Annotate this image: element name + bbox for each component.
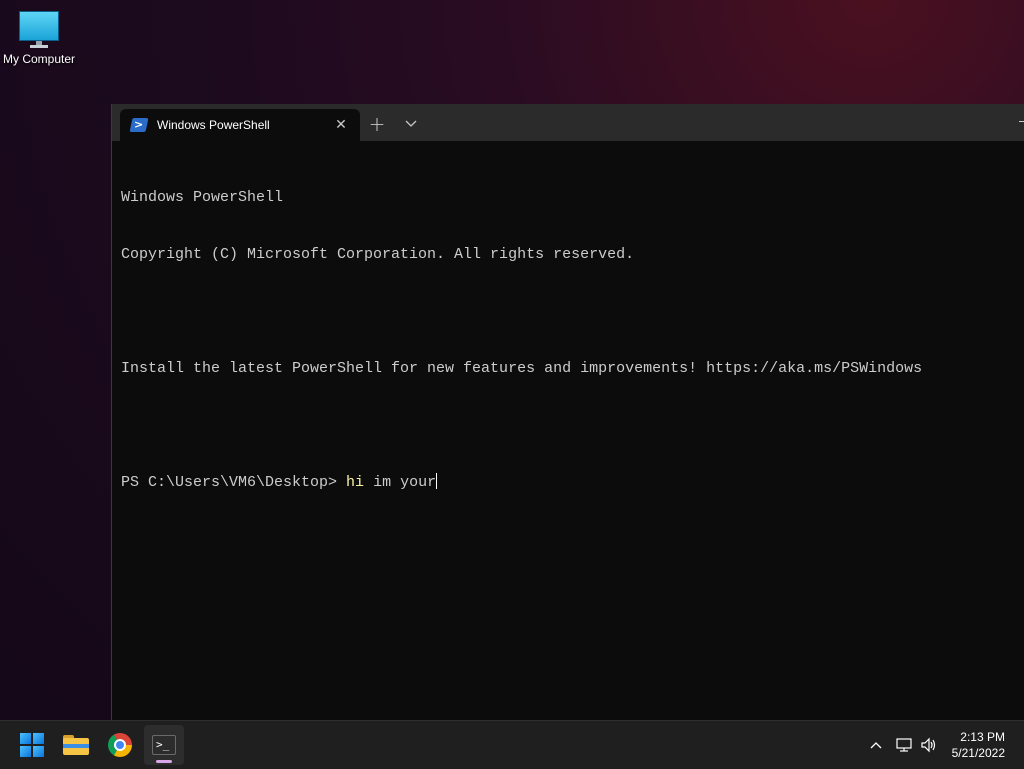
chrome-button[interactable]: [100, 725, 140, 765]
terminal-window[interactable]: > Windows PowerShell ✕ + Windows PowerSh…: [111, 104, 1024, 720]
minimize-icon[interactable]: [1019, 121, 1024, 122]
monitor-icon: [18, 8, 60, 48]
title-bar[interactable]: > Windows PowerShell ✕ +: [112, 104, 1024, 141]
taskbar: >_ 2:13 PM 5/21/2022: [0, 720, 1024, 769]
prompt-text: PS C:\Users\VM6\Desktop>: [121, 474, 347, 491]
clock-time: 2:13 PM: [960, 730, 1005, 744]
typed-arguments: im your: [364, 474, 437, 491]
terminal-icon: >_: [152, 735, 176, 755]
console-line: Install the latest PowerShell for new fe…: [121, 360, 923, 377]
chevron-down-icon[interactable]: [401, 116, 421, 132]
console-output[interactable]: Windows PowerShell Copyright (C) Microso…: [121, 150, 1011, 530]
text-cursor: [436, 473, 438, 489]
new-tab-button[interactable]: +: [367, 114, 387, 134]
desktop-icon-my-computer[interactable]: My Computer: [0, 8, 78, 66]
clock[interactable]: 2:13 PM 5/21/2022: [952, 729, 1005, 761]
clock-date: 5/21/2022: [951, 746, 1005, 760]
desktop-icon-label: My Computer: [2, 52, 76, 66]
console-line: Copyright (C) Microsoft Corporation. All…: [121, 246, 635, 263]
file-explorer-button[interactable]: [56, 725, 96, 765]
close-tab-icon[interactable]: ✕: [332, 116, 350, 134]
tab-windows-powershell[interactable]: > Windows PowerShell ✕: [120, 109, 360, 141]
network-icon[interactable]: [893, 721, 915, 769]
chevron-up-icon[interactable]: [866, 721, 886, 769]
typed-command: hi: [346, 474, 365, 491]
start-button[interactable]: [12, 725, 52, 765]
chrome-icon: [108, 733, 132, 757]
powershell-icon: >: [129, 118, 149, 132]
windows-logo-icon: [20, 733, 44, 757]
console-line: Windows PowerShell: [121, 189, 284, 206]
folder-icon: [63, 735, 89, 755]
prompt-line[interactable]: PS C:\Users\VM6\Desktop> hi im your: [121, 473, 1011, 492]
tab-title: Windows PowerShell: [157, 118, 270, 132]
terminal-taskbar-button[interactable]: >_: [144, 725, 184, 765]
volume-icon[interactable]: [918, 721, 940, 769]
